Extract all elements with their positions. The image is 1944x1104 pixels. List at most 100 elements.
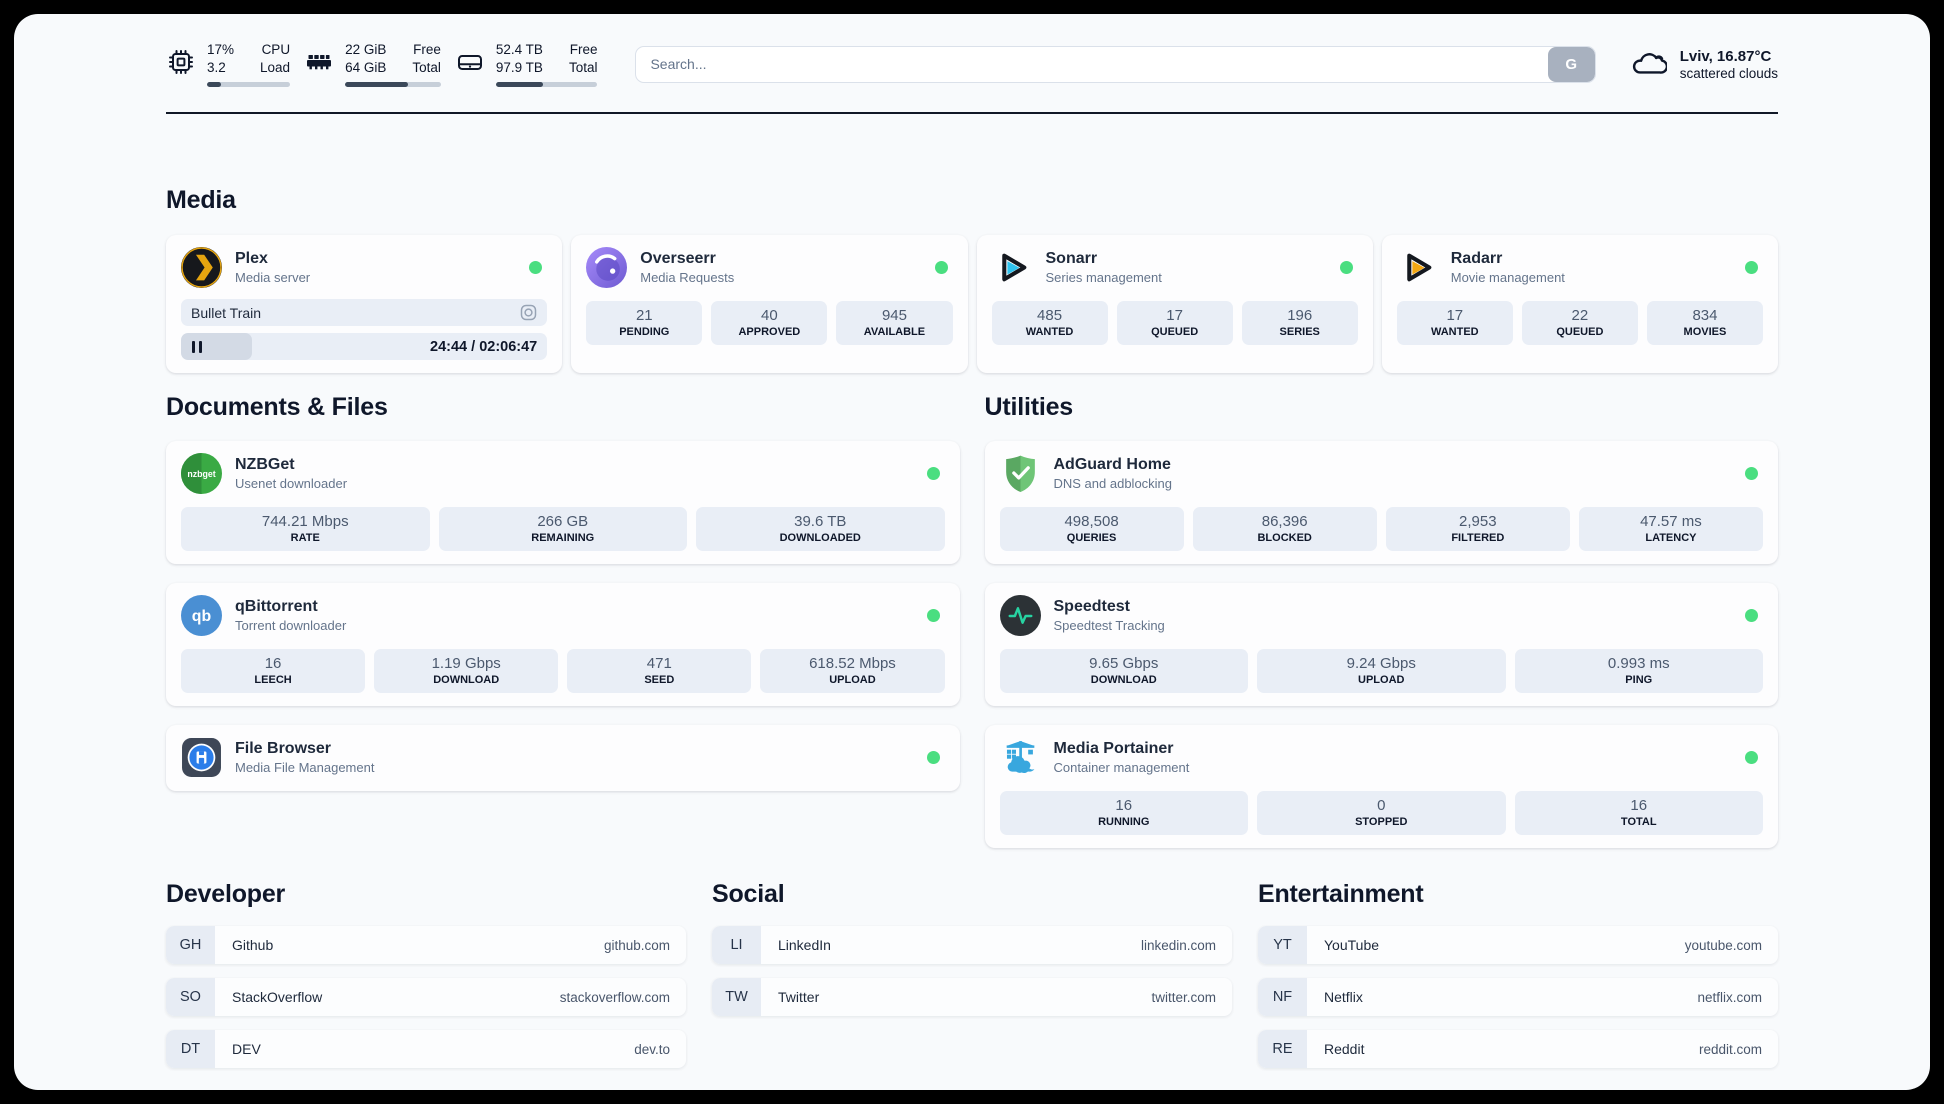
radarr-icon — [1397, 247, 1438, 288]
bookmark-abbr: DT — [166, 1030, 215, 1068]
service-card-filebrowser[interactable]: File Browser Media File Management — [166, 725, 960, 791]
sonarr-icon — [992, 247, 1033, 288]
disk-labels: Free Total — [568, 41, 598, 75]
stat-downloaded: 39.6 TB DOWNLOADED — [696, 507, 945, 551]
service-name: AdGuard Home — [1053, 456, 1171, 473]
stat-ping: 0.993 ms PING — [1514, 649, 1763, 693]
service-card-radarr[interactable]: Radarr Movie management 17 WANTED 22 QUEUE… — [1381, 235, 1778, 373]
status-dot — [529, 261, 543, 274]
stat-wanted: 17 WANTED — [1396, 301, 1513, 345]
disk-usage-bar — [495, 82, 598, 88]
bookmark-abbr: TW — [712, 978, 761, 1016]
bookmark-dev[interactable]: DT DEV dev.to — [166, 1030, 686, 1068]
media-type-icon[interactable] — [520, 304, 537, 321]
stat-upload: 9.24 Gbps UPLOAD — [1257, 649, 1506, 693]
adguard-icon — [1000, 453, 1041, 494]
section-title-documents: Documents & Files — [166, 393, 388, 421]
stat-wanted: 485 WANTED — [991, 301, 1108, 345]
status-dot — [1745, 609, 1758, 622]
section-title-social: Social — [712, 880, 785, 908]
bookmark-stackoverflow[interactable]: SO StackOverflow stackoverflow.com — [166, 978, 686, 1016]
service-card-speedtest[interactable]: Speedtest Speedtest Tracking 9.65 Gbps DO… — [984, 583, 1778, 706]
search-input[interactable] — [636, 46, 1548, 82]
bookmark-url: twitter.com — [1151, 989, 1216, 1005]
top-bar: 17% 3.2 CPU Load 22 GiB 64 GiB Free Tota… — [166, 35, 1778, 93]
status-dot — [926, 467, 940, 480]
memory-labels: Free Total — [412, 41, 441, 75]
bookmark-url: reddit.com — [1698, 1041, 1762, 1057]
svg-text:qb: qb — [192, 608, 212, 625]
weather-condition: scattered clouds — [1679, 65, 1778, 81]
bookmark-url: stackoverflow.com — [559, 989, 670, 1005]
weather-location-temp: Lviv, 16.87°C — [1679, 47, 1772, 65]
speedtest-icon — [999, 595, 1041, 636]
service-name: Overseerr — [640, 250, 716, 267]
stat-queued: 17 QUEUED — [1116, 301, 1233, 345]
now-playing-time: 24:44 / 02:06:47 — [430, 338, 538, 355]
service-description: DNS and adblocking — [1053, 476, 1173, 491]
bookmark-name: DEV — [232, 1041, 261, 1057]
service-description: Movie management — [1450, 270, 1565, 285]
bookmark-abbr: RE — [1258, 1030, 1307, 1068]
stat-running: 16 RUNNING — [999, 791, 1248, 835]
stat-pending: 21 PENDING — [586, 301, 703, 345]
stat-stopped: 0 STOPPED — [1257, 791, 1506, 835]
memory-usage-bar — [345, 82, 441, 88]
bookmark-name: StackOverflow — [232, 989, 323, 1005]
service-card-portainer[interactable]: Media Portainer Container management 16 R… — [984, 725, 1778, 848]
bookmark-abbr: NF — [1258, 978, 1307, 1016]
service-description: Speedtest Tracking — [1053, 618, 1165, 633]
bookmark-url: github.com — [603, 937, 670, 953]
service-name: NZBGet — [235, 456, 295, 473]
status-dot — [934, 261, 948, 274]
stat-rate: 744.21 Mbps RATE — [181, 507, 430, 551]
stat-download: 1.19 Gbps DOWNLOAD — [374, 649, 559, 693]
bookmark-url: youtube.com — [1684, 937, 1762, 953]
status-dot — [1745, 467, 1758, 480]
cpu-values: 17% 3.2 — [207, 41, 235, 75]
pause-button[interactable] — [192, 340, 202, 353]
search-provider-button[interactable]: G — [1547, 46, 1595, 82]
bookmark-name: Github — [232, 937, 274, 953]
bookmark-url: netflix.com — [1697, 989, 1762, 1005]
service-card-adguard[interactable]: AdGuard Home DNS and adblocking 498,508 Q… — [984, 441, 1778, 564]
bookmark-group-developer: Developer GH Github github.com SO StackO… — [166, 880, 686, 1068]
status-dot — [926, 751, 940, 764]
service-card-nzbget[interactable]: nzbget NZBGet Usenet downloader 744.21 M… — [166, 441, 960, 564]
bookmark-twitter[interactable]: TW Twitter twitter.com — [712, 978, 1232, 1016]
cpu-labels: CPU Load — [260, 41, 291, 75]
bookmark-group-social: Social LI LinkedIn linkedin.com TW Twitt… — [712, 880, 1232, 1068]
bookmark-reddit[interactable]: RE Reddit reddit.com — [1258, 1030, 1778, 1068]
service-card-plex[interactable]: Plex Media server Bullet Train 24:44 / 0… — [166, 235, 563, 373]
nzbget-icon: nzbget — [181, 453, 222, 494]
header-divider — [166, 112, 1778, 114]
bookmark-github[interactable]: GH Github github.com — [166, 926, 686, 964]
search-bar: G — [635, 45, 1596, 83]
memory-widget: 22 GiB 64 GiB Free Total — [304, 41, 441, 88]
bookmark-url: dev.to — [634, 1041, 670, 1057]
bookmark-name: Twitter — [778, 989, 820, 1005]
service-description: Usenet downloader — [235, 476, 348, 491]
status-dot — [926, 609, 940, 622]
bookmark-abbr: YT — [1258, 926, 1307, 964]
service-card-overseerr[interactable]: Overseerr Media Requests 21 PENDING 40 APP… — [571, 235, 968, 373]
bookmark-youtube[interactable]: YT YouTube youtube.com — [1258, 926, 1778, 964]
stat-series: 196 SERIES — [1241, 301, 1358, 345]
service-description: Torrent downloader — [235, 618, 347, 633]
dashboard-page: 17% 3.2 CPU Load 22 GiB 64 GiB Free Tota… — [14, 14, 1930, 1090]
service-card-qbittorrent[interactable]: qb qBittorrent Torrent downloader 16 LEE… — [166, 583, 960, 706]
bookmark-linkedin[interactable]: LI LinkedIn linkedin.com — [712, 926, 1232, 964]
bookmark-url: linkedin.com — [1140, 937, 1216, 953]
now-playing-progress-bar: 24:44 / 02:06:47 — [181, 333, 548, 360]
service-card-sonarr[interactable]: Sonarr Series management 485 WANTED 17 QUE… — [976, 235, 1373, 373]
portainer-icon — [1000, 737, 1041, 778]
stat-available: 945 AVAILABLE — [836, 301, 953, 345]
disk-values: 52.4 TB 97.9 TB — [495, 41, 543, 75]
cloud-icon — [1629, 45, 1667, 83]
bookmark-name: Netflix — [1324, 989, 1363, 1005]
status-dot — [1745, 261, 1758, 274]
bookmark-netflix[interactable]: NF Netflix netflix.com — [1258, 978, 1778, 1016]
bookmark-group-entertainment: Entertainment YT YouTube youtube.com NF … — [1258, 880, 1778, 1068]
cpu-widget: 17% 3.2 CPU Load — [166, 41, 291, 88]
plex-icon — [181, 247, 222, 288]
